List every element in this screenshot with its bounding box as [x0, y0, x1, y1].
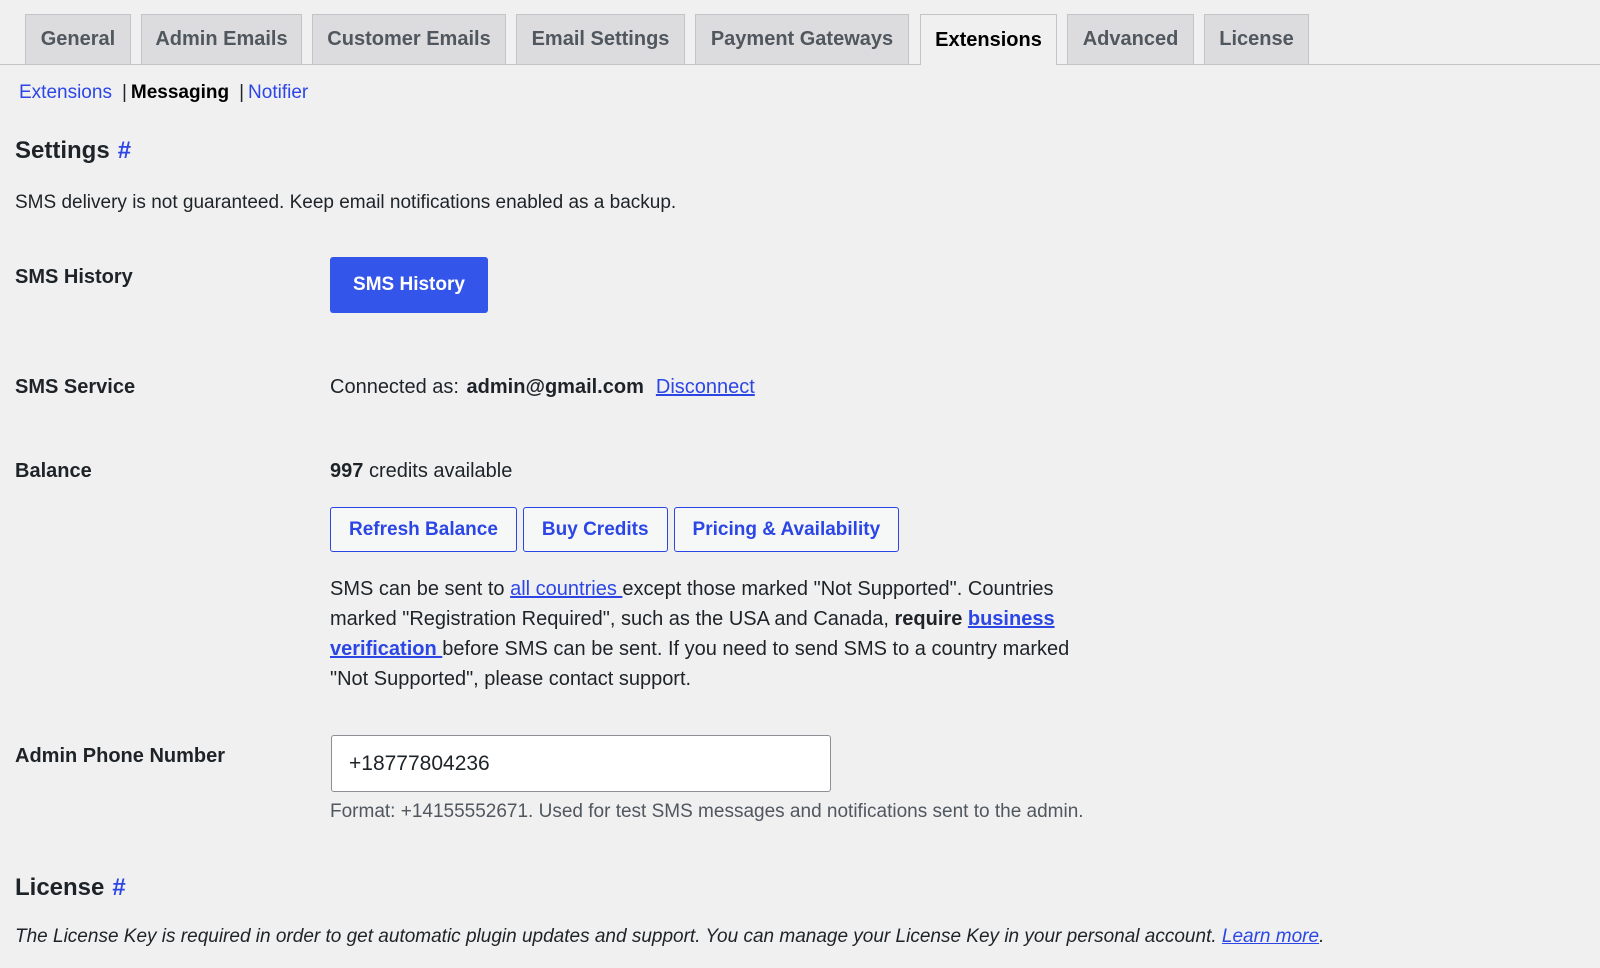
- buy-credits-button[interactable]: Buy Credits: [522, 507, 668, 552]
- connected-prefix: Connected as:: [330, 376, 459, 398]
- license-title-text: License: [15, 874, 105, 901]
- tab-extensions[interactable]: Extensions: [920, 14, 1057, 65]
- tab-advanced[interactable]: Advanced: [1067, 14, 1194, 64]
- sms-countries-info: SMS can be sent to all countries except …: [330, 574, 1110, 694]
- credits-suffix: credits available: [368, 460, 513, 482]
- learn-more-link[interactable]: Learn more: [1222, 926, 1319, 947]
- settings-description: SMS delivery is not guaranteed. Keep ema…: [15, 192, 677, 213]
- settings-anchor-link[interactable]: #: [118, 137, 131, 164]
- tab-email-settings[interactable]: Email Settings: [516, 14, 685, 64]
- sms-history-button[interactable]: SMS History: [330, 257, 488, 313]
- settings-section-title: Settings #: [15, 137, 131, 165]
- settings-title-text: Settings: [15, 137, 110, 164]
- sms-service-label: SMS Service: [15, 376, 136, 398]
- balance-value: 997 credits available: [330, 460, 512, 483]
- subnav-notifier-link[interactable]: Notifier: [248, 82, 308, 103]
- pricing-availability-button[interactable]: Pricing & Availability: [673, 507, 900, 552]
- admin-phone-help: Format: +14155552671. Used for test SMS …: [330, 801, 1084, 822]
- refresh-balance-button[interactable]: Refresh Balance: [330, 507, 517, 552]
- extensions-subnav: Extensions | Messaging | Notifier: [19, 82, 308, 104]
- tab-general[interactable]: General: [25, 14, 131, 64]
- subnav-separator: |: [121, 82, 127, 103]
- admin-phone-label: Admin Phone Number: [15, 745, 226, 767]
- connected-email: admin@gmail.com: [466, 376, 644, 398]
- balance-label: Balance: [15, 460, 92, 482]
- subnav-messaging-current: Messaging: [130, 82, 230, 103]
- tab-payment-gateways[interactable]: Payment Gateways: [695, 14, 909, 64]
- info-text-1: SMS can be sent to: [330, 578, 511, 600]
- disconnect-link[interactable]: Disconnect: [656, 376, 755, 398]
- info-require-bold: require: [894, 608, 968, 630]
- sms-history-label: SMS History: [15, 266, 133, 288]
- license-section-title: License #: [15, 874, 126, 902]
- license-description: The License Key is required in order to …: [15, 926, 1324, 948]
- balance-actions: Refresh Balance Buy Credits Pricing & Av…: [330, 507, 900, 552]
- subnav-separator: |: [239, 82, 245, 103]
- all-countries-link[interactable]: all countries: [510, 578, 622, 600]
- license-period: .: [1319, 926, 1325, 947]
- credits-count: 997: [330, 460, 364, 482]
- license-description-text: The License Key is required in order to …: [15, 926, 1222, 947]
- sms-service-status: Connected as: admin@gmail.com Disconnect: [330, 376, 755, 399]
- settings-tabs: General Admin Emails Customer Emails Ema…: [0, 0, 1600, 65]
- subnav-extensions-link[interactable]: Extensions: [19, 82, 112, 103]
- tab-admin-emails[interactable]: Admin Emails: [141, 14, 302, 64]
- license-anchor-link[interactable]: #: [112, 874, 125, 901]
- tab-customer-emails[interactable]: Customer Emails: [312, 14, 506, 64]
- admin-phone-input[interactable]: [331, 735, 831, 792]
- tab-license[interactable]: License: [1204, 14, 1309, 64]
